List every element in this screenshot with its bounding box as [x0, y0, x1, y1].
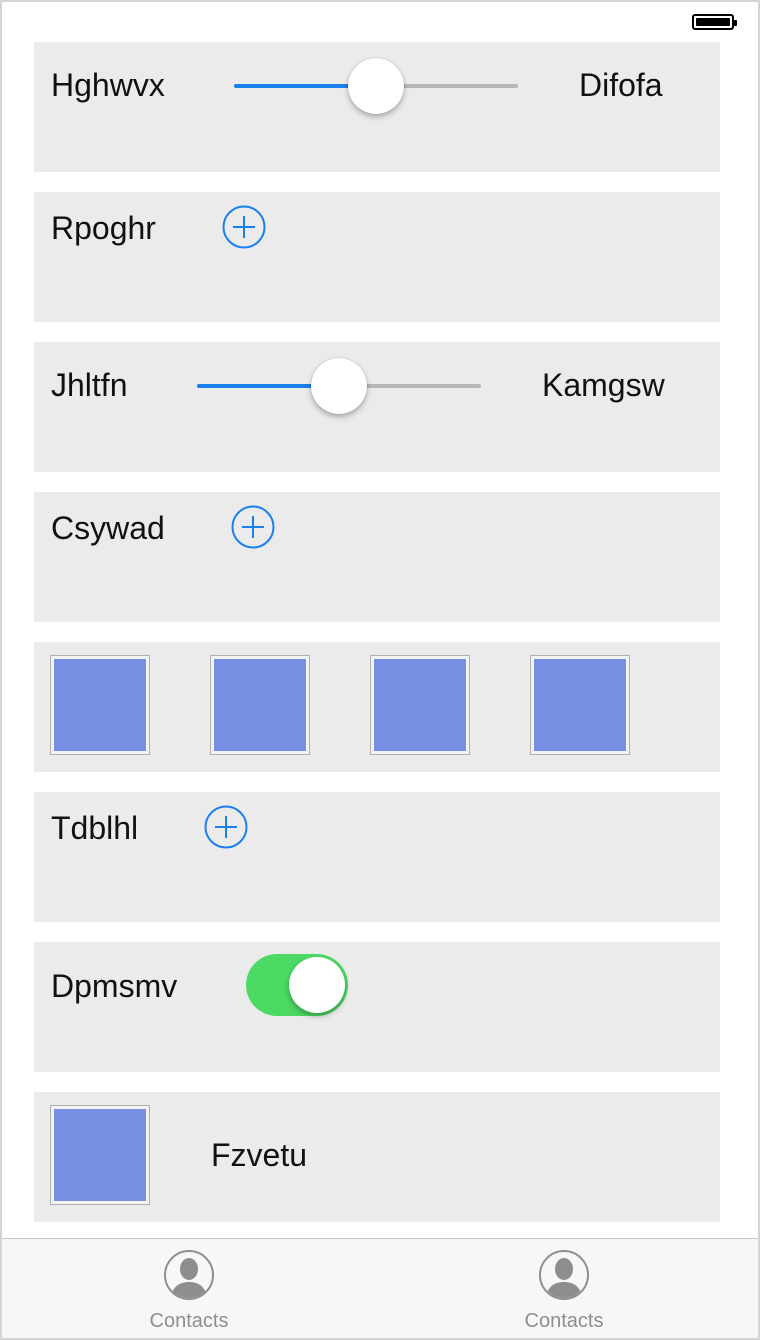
contacts-icon: [539, 1250, 589, 1300]
slider-1-thumb[interactable]: [348, 58, 404, 114]
plus-circle-icon[interactable]: [222, 205, 266, 249]
plus-circle-icon[interactable]: [204, 805, 248, 849]
screen: Hghwvx Difofa Rpoghr Jhltfn Kamgsw Csywa…: [0, 0, 760, 1340]
image-label-row: Fzvetu: [34, 1092, 720, 1222]
tab-label: Contacts: [149, 1310, 229, 1332]
battery-full-icon: [692, 14, 737, 30]
image-row: [34, 642, 720, 772]
image-thumbnail-1[interactable]: [50, 655, 150, 755]
switch-row-label: Dpmsmv: [51, 968, 178, 1004]
image-thumbnail-3[interactable]: [370, 655, 470, 755]
slider-2-min-label: Jhltfn: [51, 367, 128, 403]
plus-circle-icon[interactable]: [231, 505, 275, 549]
slider-1-track[interactable]: [234, 58, 518, 114]
slider-2-thumb[interactable]: [311, 358, 367, 414]
image-thumbnail[interactable]: [50, 1105, 150, 1205]
add-row-2-label: Csywad: [51, 510, 165, 546]
slider-2-track[interactable]: [197, 358, 481, 414]
image-thumbnail-4[interactable]: [530, 655, 630, 755]
toggle-switch-knob: [289, 957, 345, 1013]
slider-1-min-label: Hghwvx: [51, 67, 165, 103]
tab-bar: Contacts Contacts: [2, 1238, 758, 1338]
slider-2-max-label: Kamgsw: [542, 367, 665, 403]
slider-row-1: Hghwvx Difofa: [34, 42, 720, 172]
tab-contacts-2[interactable]: Contacts: [464, 1239, 664, 1338]
tab-label: Contacts: [524, 1310, 604, 1332]
add-row-1-label: Rpoghr: [51, 210, 156, 246]
toggle-switch[interactable]: [246, 954, 348, 1016]
image-row-label: Fzvetu: [211, 1137, 308, 1173]
slider-row-2: Jhltfn Kamgsw: [34, 342, 720, 472]
add-row-1: Rpoghr: [34, 192, 720, 322]
add-row-2: Csywad: [34, 492, 720, 622]
contacts-icon: [164, 1250, 214, 1300]
tab-contacts-1[interactable]: Contacts: [89, 1239, 289, 1338]
add-row-3-label: Tdblhl: [51, 810, 139, 846]
switch-row: Dpmsmv: [34, 942, 720, 1072]
slider-1-max-label: Difofa: [579, 67, 663, 103]
image-thumbnail-2[interactable]: [210, 655, 310, 755]
add-row-3: Tdblhl: [34, 792, 720, 922]
